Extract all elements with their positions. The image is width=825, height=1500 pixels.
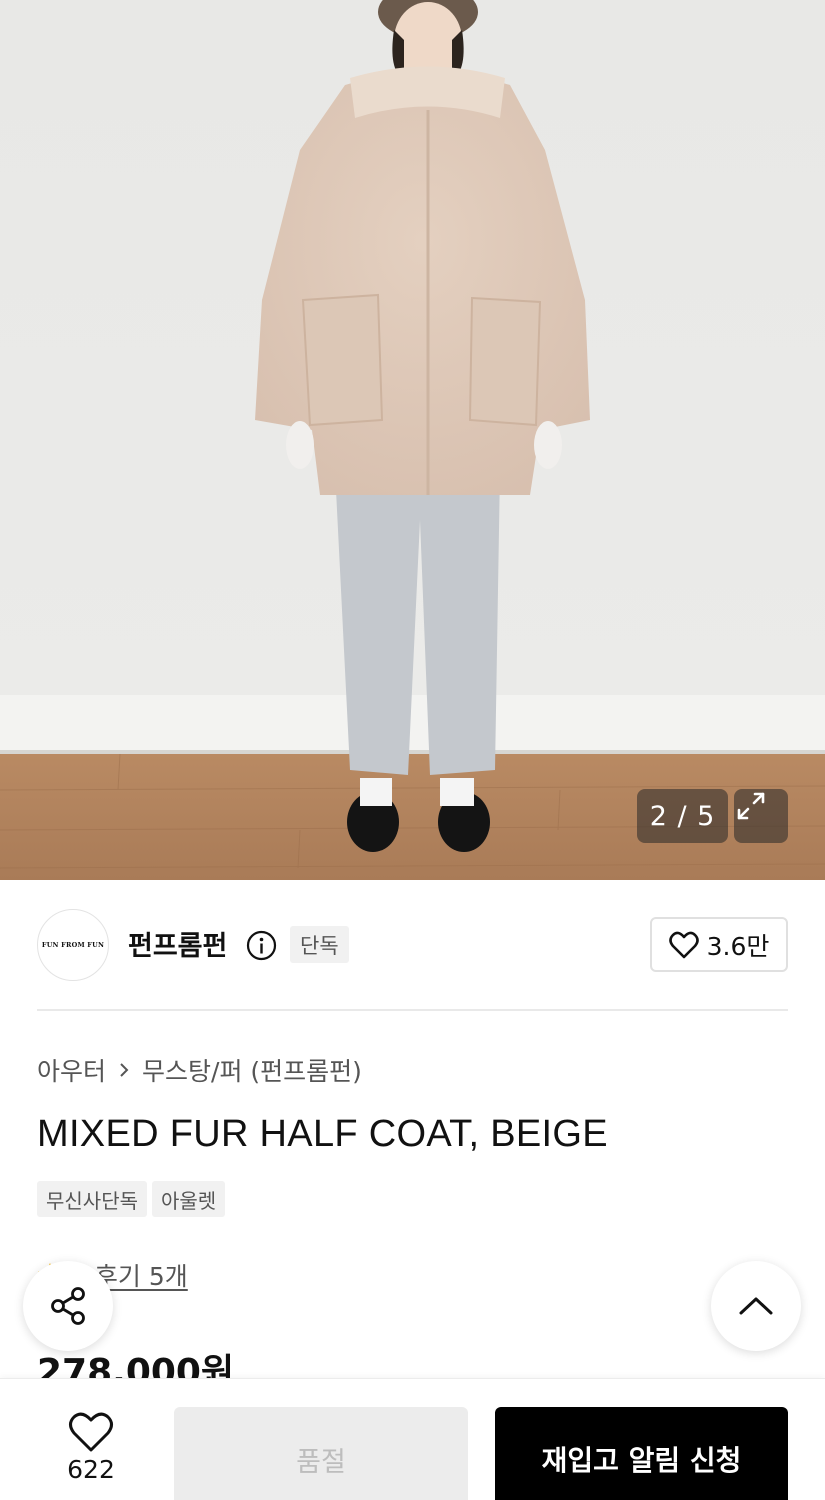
brand-name[interactable]: 펀프롬펀 (128, 924, 227, 963)
breadcrumb: 아우터 무스탕/퍼 (펀프롬펀) (37, 1052, 362, 1088)
chevron-right-icon (120, 1063, 129, 1077)
exclusive-badge: 단독 (290, 926, 349, 963)
chevron-up-icon (739, 1297, 773, 1315)
image-counter: 2 / 5 (637, 789, 728, 843)
divider (37, 1009, 788, 1011)
bottom-action-bar: 622 품절 재입고 알림 신청 (0, 1378, 825, 1500)
wishlist-count: 622 (67, 1455, 115, 1484)
soldout-button[interactable]: 품절 (174, 1407, 468, 1500)
restock-alert-button[interactable]: 재입고 알림 신청 (495, 1407, 788, 1500)
brand-like-button[interactable]: 3.6만 (650, 917, 788, 972)
product-tags: 무신사단독 아울렛 (37, 1181, 226, 1217)
info-circle-icon[interactable] (246, 930, 277, 961)
brand-like-count: 3.6만 (706, 931, 770, 961)
expand-image-button[interactable] (734, 789, 788, 843)
heart-outline-icon (69, 1412, 113, 1452)
breadcrumb-category[interactable]: 아우터 (37, 1052, 106, 1088)
product-title: MIXED FUR HALF COAT, BEIGE (37, 1113, 608, 1155)
share-icon (51, 1287, 85, 1325)
tag-outlet: 아울렛 (152, 1181, 226, 1217)
heart-outline-icon (668, 931, 699, 958)
breadcrumb-subcategory[interactable]: 무스탕/퍼 (펀프롬펀) (142, 1052, 362, 1088)
share-button[interactable] (23, 1261, 113, 1351)
brand-logo-text: FUN FROM FUN (41, 941, 105, 949)
wishlist-button[interactable]: 622 (36, 1411, 146, 1484)
brand-logo[interactable]: FUN FROM FUN (37, 909, 109, 981)
tag-exclusive: 무신사단독 (37, 1181, 147, 1217)
scroll-to-top-button[interactable] (711, 1261, 801, 1351)
expand-arrows-icon (737, 792, 765, 820)
product-image[interactable]: 2 / 5 (0, 0, 825, 880)
product-photo (0, 0, 825, 880)
